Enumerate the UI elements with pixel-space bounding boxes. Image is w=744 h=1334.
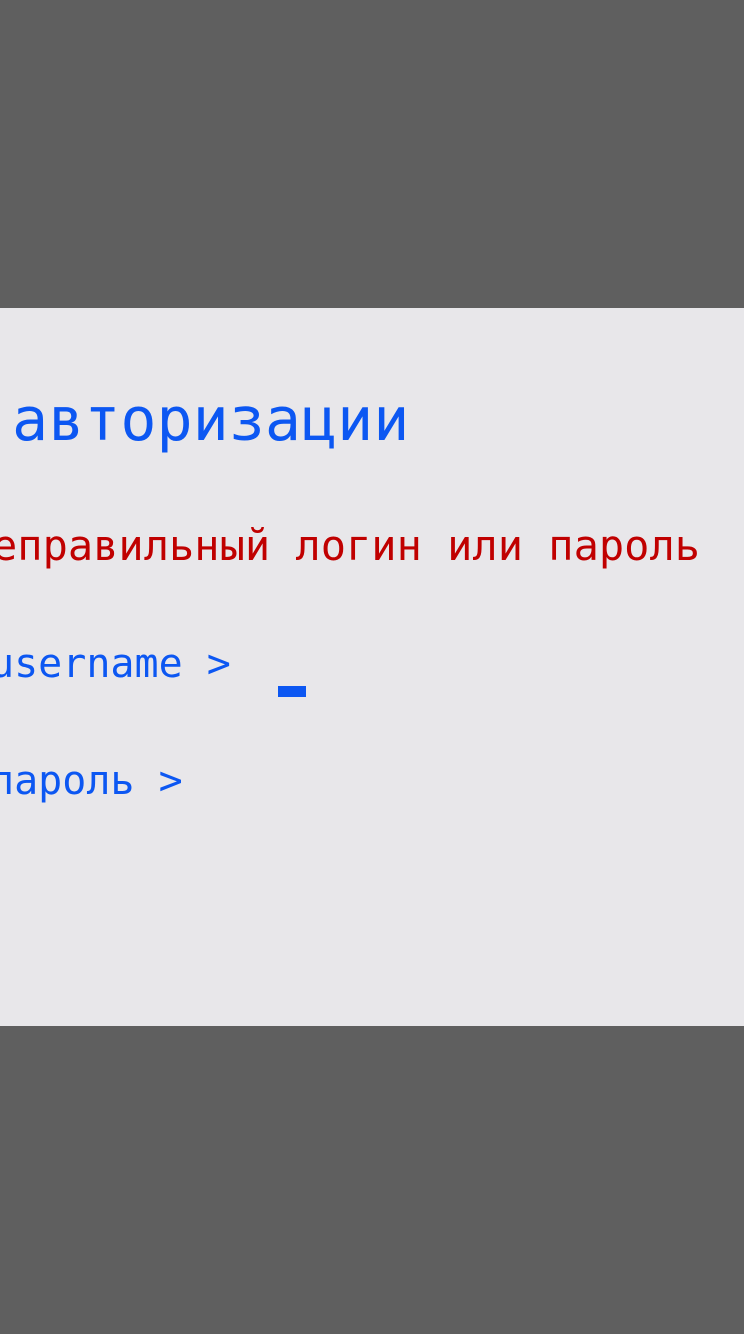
username-input[interactable] bbox=[268, 641, 708, 687]
login-panel: авторизации еправильный логин или пароль… bbox=[0, 308, 744, 1026]
page-title: авторизации bbox=[12, 385, 410, 455]
password-input[interactable] bbox=[214, 758, 704, 804]
error-message: еправильный логин или пароль bbox=[0, 521, 701, 570]
screen: авторизации еправильный логин или пароль… bbox=[0, 0, 744, 1334]
text-cursor bbox=[278, 686, 306, 697]
username-prompt: username > bbox=[0, 641, 231, 687]
password-prompt: пароль > bbox=[0, 758, 183, 804]
